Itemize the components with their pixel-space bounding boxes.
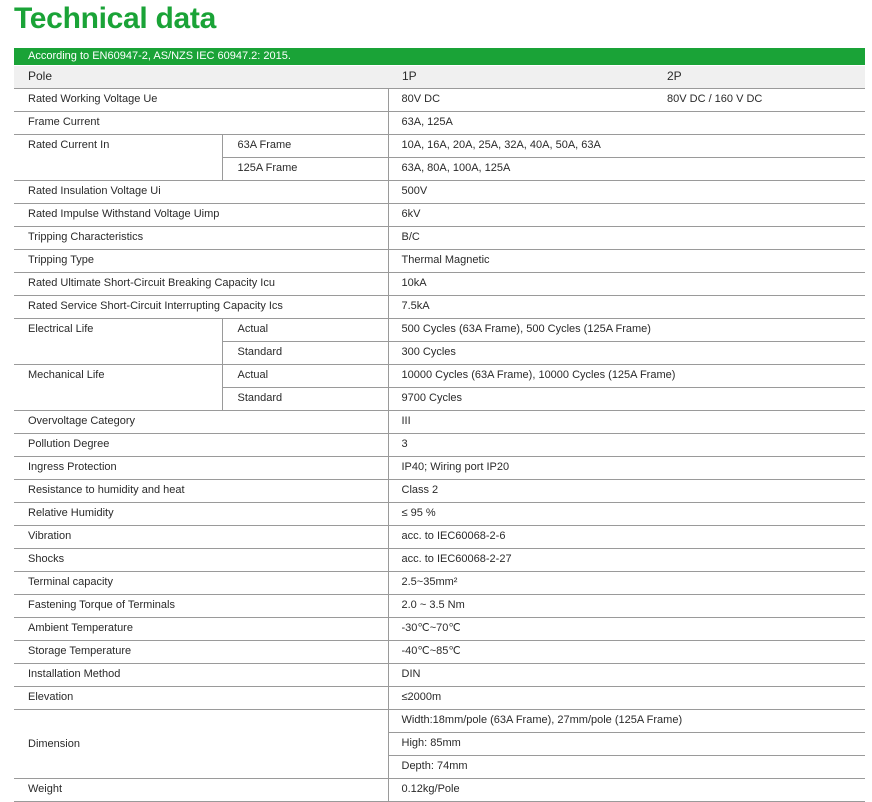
row-label: Tripping Characteristics	[14, 226, 388, 250]
row-sublabel: 125A Frame	[221, 157, 388, 181]
table-row: Terminal capacity 2.5~35mm²	[14, 571, 865, 595]
row-label: Overvoltage Category	[14, 410, 388, 434]
row-value: 10kA	[387, 272, 820, 296]
row-sublabel: Standard	[221, 387, 388, 411]
row-value: 6kV	[387, 203, 820, 227]
row-value: B/C	[387, 226, 820, 250]
table-row: Rated Current In 63A Frame 10A, 16A, 20A…	[14, 134, 865, 181]
row-value: 63A, 80A, 100A, 125A	[387, 157, 820, 181]
row-value: 2.5~35mm²	[387, 571, 820, 595]
table-row: Shocks acc. to IEC60068-2-27	[14, 548, 865, 572]
table-row: Vibration acc. to IEC60068-2-6	[14, 525, 865, 549]
row-label: Resistance to humidity and heat	[14, 479, 388, 503]
row-label: Pollution Degree	[14, 433, 388, 457]
row-label: Rated Current In	[14, 134, 222, 181]
table-row: Electrical Life Actual 500 Cycles (63A F…	[14, 318, 865, 365]
row-value: High: 85mm	[387, 732, 820, 756]
row-label: Rated Insulation Voltage Ui	[14, 180, 388, 204]
pole-1p-header: 1P	[388, 66, 654, 89]
row-value: acc. to IEC60068-2-6	[387, 525, 820, 549]
row-sublabel: Standard	[221, 341, 388, 365]
row-value-1p: 80V DC	[387, 88, 654, 112]
table-row: Frame Current 63A, 125A	[14, 111, 865, 135]
table-row: Rated Insulation Voltage Ui 500V	[14, 180, 865, 204]
row-label: Tripping Type	[14, 249, 388, 273]
row-value: Thermal Magnetic	[387, 249, 820, 273]
row-label: Shocks	[14, 548, 388, 572]
row-label: Ingress Protection	[14, 456, 388, 480]
row-value: Class 2	[387, 479, 820, 503]
row-label: Mechanical Life	[14, 364, 222, 411]
table-row: Mechanical Life Actual 10000 Cycles (63A…	[14, 364, 865, 411]
row-label: Weight	[14, 778, 388, 802]
row-label: Relative Humidity	[14, 502, 388, 526]
row-value: IP40; Wiring port IP20	[387, 456, 820, 480]
row-value: 500V	[387, 180, 820, 204]
row-value: 3	[387, 433, 820, 457]
standard-banner: According to EN60947-2, AS/NZS IEC 60947…	[14, 48, 865, 65]
row-value: DIN	[387, 663, 820, 687]
row-label: Frame Current	[14, 111, 388, 135]
table-row: Rated Impulse Withstand Voltage Uimp 6kV	[14, 203, 865, 227]
table-row: Rated Service Short-Circuit Interrupting…	[14, 295, 865, 319]
row-value: 2.0 ~ 3.5 Nm	[387, 594, 820, 618]
row-label: Storage Temperature	[14, 640, 388, 664]
table-row: Resistance to humidity and heat Class 2	[14, 479, 865, 503]
table-row: Elevation ≤2000m	[14, 686, 865, 710]
row-label: Rated Working Voltage Ue	[14, 88, 388, 112]
pole-header: Pole	[14, 66, 388, 89]
row-value: acc. to IEC60068-2-27	[387, 548, 820, 572]
row-value: 63A, 125A	[387, 111, 820, 135]
table-row: Dimension Width:18mm/pole (63A Frame), 2…	[14, 709, 865, 779]
table-row: Overvoltage Category III	[14, 410, 865, 434]
table-row: Ingress Protection IP40; Wiring port IP2…	[14, 456, 865, 480]
table-row: Rated Working Voltage Ue 80V DC 80V DC /…	[14, 88, 865, 112]
row-value: 10A, 16A, 20A, 25A, 32A, 40A, 50A, 63A	[387, 134, 820, 158]
technical-data-table: Pole 1P 2P Rated Working Voltage Ue 80V …	[14, 66, 865, 802]
row-label: Rated Ultimate Short-Circuit Breaking Ca…	[14, 272, 388, 296]
row-value: -30℃~70℃	[387, 617, 820, 641]
row-label: Elevation	[14, 686, 388, 710]
row-label: Electrical Life	[14, 318, 222, 365]
row-value: ≤2000m	[387, 686, 820, 710]
row-value: Depth: 74mm	[387, 755, 820, 779]
row-label: Vibration	[14, 525, 388, 549]
row-value: 7.5kA	[387, 295, 820, 319]
row-label: Terminal capacity	[14, 571, 388, 595]
table-row: Tripping Characteristics B/C	[14, 226, 865, 250]
row-sublabel: Actual	[221, 364, 388, 388]
row-label: Dimension	[14, 709, 388, 779]
row-value: 300 Cycles	[387, 341, 820, 365]
row-label: Fastening Torque of Terminals	[14, 594, 388, 618]
table-row: Fastening Torque of Terminals 2.0 ~ 3.5 …	[14, 594, 865, 618]
table-row: Relative Humidity ≤ 95 %	[14, 502, 865, 526]
table-row: Rated Ultimate Short-Circuit Breaking Ca…	[14, 272, 865, 296]
table-row: Storage Temperature -40℃~85℃	[14, 640, 865, 664]
row-value: Width:18mm/pole (63A Frame), 27mm/pole (…	[387, 709, 820, 733]
row-label: Ambient Temperature	[14, 617, 388, 641]
row-value: 9700 Cycles	[387, 387, 820, 411]
row-value: III	[387, 410, 820, 434]
row-label: Rated Impulse Withstand Voltage Uimp	[14, 203, 388, 227]
row-sublabel: 63A Frame	[221, 134, 388, 158]
row-label: Installation Method	[14, 663, 388, 687]
row-value: ≤ 95 %	[387, 502, 820, 526]
row-value: 0.12kg/Pole	[387, 778, 820, 802]
row-value: 10000 Cycles (63A Frame), 10000 Cycles (…	[387, 364, 820, 388]
table-row: Tripping Type Thermal Magnetic	[14, 249, 865, 273]
table-row: Installation Method DIN	[14, 663, 865, 687]
table-header-row: Pole 1P 2P	[14, 66, 865, 89]
row-value-2p: 80V DC / 160 V DC	[654, 88, 865, 112]
table-row: Pollution Degree 3	[14, 433, 865, 457]
row-label: Rated Service Short-Circuit Interrupting…	[14, 295, 388, 319]
pole-2p-header: 2P	[654, 66, 865, 89]
row-sublabel: Actual	[221, 318, 388, 342]
page-title: Technical data	[14, 2, 216, 35]
row-value: 500 Cycles (63A Frame), 500 Cycles (125A…	[387, 318, 820, 342]
table-row: Weight 0.12kg/Pole	[14, 778, 865, 802]
table-row: Ambient Temperature -30℃~70℃	[14, 617, 865, 641]
row-value: -40℃~85℃	[387, 640, 820, 664]
